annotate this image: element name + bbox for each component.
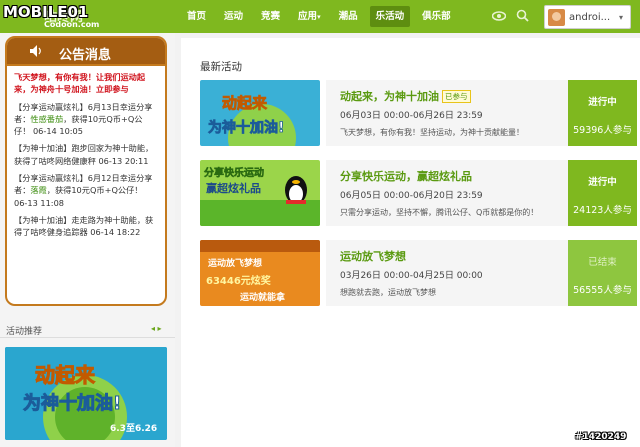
activity-title[interactable]: 分享快乐运动，赢超炫礼品	[340, 168, 472, 184]
notice-item[interactable]: 【分享运动赢炫礼】6月12日幸运分享者：落霞，获得10元Q币+Q公仔！ 06-1…	[14, 172, 158, 209]
status-label: 已结束	[588, 257, 617, 268]
nav-trend[interactable]: 潮品	[333, 6, 364, 27]
activity-info: 运动放飞梦想 03月26日 00:00-04月25日 00:00 想跑就去跑，运…	[326, 240, 568, 306]
divider	[0, 337, 175, 338]
activity-title[interactable]: 运动放飞梦想	[340, 248, 406, 264]
participant-count: 59396人参与	[573, 125, 632, 136]
participant-count: 56555人参与	[573, 285, 632, 296]
activity-status[interactable]: 进行中 59396人参与	[568, 80, 637, 146]
activity-info: 动起来，为神十加油 已参与 06月03日 00:00-06月26日 23:59 飞…	[326, 80, 568, 146]
activity-card[interactable]: 动起来 为神十加油! 动起来，为神十加油 已参与 06月03日 00:00-06月…	[200, 80, 637, 146]
svg-text:63446元炫奖: 63446元炫奖	[206, 274, 272, 287]
activity-desc: 飞天梦想，有你有我！坚持运动，为神十贡献能量！	[340, 128, 524, 137]
nav-sport[interactable]: 运动	[218, 6, 249, 27]
activity-date: 03月26日 00:00-04月25日 00:00	[340, 271, 483, 281]
svg-text:分享快乐运动: 分享快乐运动	[204, 166, 264, 179]
activity-desc: 只需分享运动，坚持不懈，腾讯公仔、Q币就都是你的！	[340, 208, 539, 217]
chevron-down-icon: ▾	[317, 13, 321, 21]
activity-date: 06月03日 00:00-06月26日 23:59	[340, 111, 483, 121]
svg-text:为神十加油!: 为神十加油!	[23, 392, 121, 414]
svg-text:动起来: 动起来	[35, 363, 96, 387]
image-id-tag: #1420249	[575, 432, 627, 442]
svg-text:动起来: 动起来	[222, 94, 268, 112]
nav-race[interactable]: 竞赛	[255, 6, 286, 27]
activity-desc: 想跑就去跑，运动放飞梦想	[340, 288, 436, 297]
eye-icon[interactable]	[492, 10, 506, 22]
carousel-arrows-icon[interactable]: ◂ ▸	[151, 324, 162, 333]
nav-label: 潮品	[338, 11, 358, 22]
activity-status[interactable]: 已结束 56555人参与	[568, 240, 637, 306]
nav-activities[interactable]: 乐活动	[369, 6, 411, 27]
notice-item[interactable]: 【分享运动赢炫礼】6月13日幸运分享者：性感番茄，获得10元Q币+Q公仔！ 06…	[14, 101, 158, 138]
recommend-banner[interactable]: 动起来 为神十加油! 6.3至6.26	[5, 347, 167, 440]
nav-label: 竞赛	[261, 11, 281, 22]
site-logo-en: Codoon.com	[44, 20, 100, 29]
username: androi...	[569, 12, 611, 23]
activity-card[interactable]: 分享快乐运动 赢超炫礼品 分享快乐运动，赢超炫礼品 06月05日 00:00-0…	[200, 160, 637, 226]
main-content: 最新活动 动起来 为神十加油! 动起来，为神十加油 已参与 06月03日 00:0…	[181, 38, 640, 447]
nav-home[interactable]: 首页	[181, 6, 212, 27]
svg-text:运动就能拿: 运动就能拿	[240, 291, 286, 303]
notice-list: 飞天梦想，有你有我！让我们运动起来，为神舟十号加油！立即参与 【分享运动赢炫礼】…	[7, 66, 165, 249]
notice-item[interactable]: 【为神十加油】走走路为神十助能，获得了咕咚健身追踪器 06-14 18:22	[14, 214, 158, 239]
activity-thumbnail[interactable]: 分享快乐运动 赢超炫礼品	[200, 160, 320, 226]
nav-label: 首页	[187, 11, 207, 22]
activity-thumbnail[interactable]: 运动放飞梦想 63446元炫奖 运动就能拿	[200, 240, 320, 306]
activity-status[interactable]: 进行中 24123人参与	[568, 160, 637, 226]
status-label: 进行中	[588, 97, 617, 108]
avatar	[548, 9, 565, 26]
svg-text:为神十加油!: 为神十加油!	[208, 119, 284, 136]
notice-header: 公告消息	[7, 38, 165, 66]
banner-graphic: 动起来 为神十加油! 6.3至6.26	[5, 347, 167, 440]
activity-title[interactable]: 动起来，为神十加油 已参与	[340, 88, 471, 104]
activity-thumbnail[interactable]: 动起来 为神十加油!	[200, 80, 320, 146]
chevron-down-icon: ▾	[619, 13, 624, 22]
main-nav: 首页 运动 竞赛 应用▾ 潮品 乐活动 俱乐部	[181, 6, 463, 27]
nav-label: 乐活动	[375, 11, 405, 22]
svg-text:赢超炫礼品: 赢超炫礼品	[206, 181, 261, 195]
nav-label: 运动	[224, 11, 244, 22]
joined-badge: 已参与	[442, 90, 471, 103]
nav-club[interactable]: 俱乐部	[416, 6, 457, 27]
svg-text:6.3至6.26: 6.3至6.26	[110, 423, 157, 434]
notice-headline[interactable]: 飞天梦想，有你有我！让我们运动起来，为神舟十号加油！立即参与	[14, 71, 158, 96]
nav-label: 应用	[298, 11, 318, 22]
participant-count: 24123人参与	[573, 205, 632, 216]
recommend-title: 活动推荐	[6, 327, 43, 337]
speaker-icon	[30, 45, 41, 57]
section-title: 最新活动	[200, 61, 242, 73]
activity-date: 06月05日 00:00-06月20日 23:59	[340, 191, 483, 201]
svg-text:运动放飞梦想: 运动放飞梦想	[208, 257, 262, 269]
status-label: 进行中	[588, 177, 617, 188]
notice-item[interactable]: 【为神十加油】跑步回家为神十助能，获得了咕咚网络健康秤 06-13 20:11	[14, 142, 158, 167]
nav-apps[interactable]: 应用▾	[292, 6, 327, 27]
watermark: MOBILE01	[3, 3, 89, 21]
nav-label: 俱乐部	[422, 11, 451, 22]
top-bar: 咕咚网 Codoon.com MOBILE01 首页 运动 竞赛 应用▾ 潮品 …	[0, 0, 640, 33]
activity-info: 分享快乐运动，赢超炫礼品 06月05日 00:00-06月20日 23:59 只…	[326, 160, 568, 226]
notice-panel: 公告消息 飞天梦想，有你有我！让我们运动起来，为神舟十号加油！立即参与 【分享运…	[5, 36, 167, 306]
search-icon[interactable]	[516, 9, 529, 22]
activity-card[interactable]: 运动放飞梦想 63446元炫奖 运动就能拿 运动放飞梦想 03月26日 00:0…	[200, 240, 637, 306]
user-menu[interactable]: androi... ▾	[544, 5, 631, 29]
notice-title: 公告消息	[59, 48, 112, 63]
